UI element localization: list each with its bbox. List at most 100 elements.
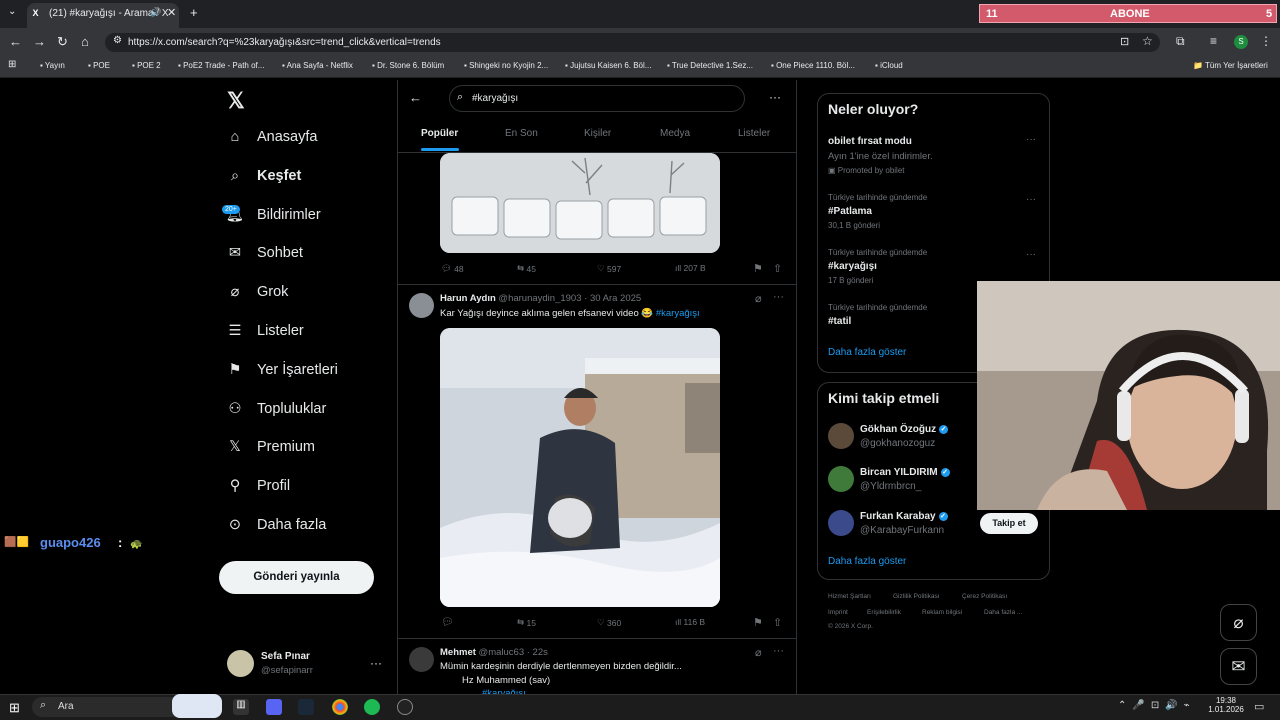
post-2-date[interactable]: · 30 Ara 2025 — [584, 293, 641, 304]
reload-icon[interactable]: ↻ — [57, 34, 68, 50]
reply-button[interactable]: 💬︎ 48 — [441, 263, 464, 274]
menu-icon[interactable]: ⋮ — [1260, 34, 1272, 48]
star-icon[interactable]: ☆ — [1142, 34, 1153, 48]
x-logo-icon[interactable]: 𝕏 — [227, 88, 245, 114]
post-3-handle[interactable]: @maluc63 — [479, 647, 525, 658]
sidebar-item-8[interactable]: 𝕏 Premium — [226, 438, 315, 456]
messages-fab-icon[interactable]: ✉ — [1220, 648, 1257, 685]
post-2-repost-button[interactable]: ⇆ 15 — [517, 617, 536, 628]
sidebar-item-4[interactable]: ⌀ Grok — [226, 283, 289, 301]
task-view-icon[interactable]: ▥ — [233, 699, 249, 715]
footer-link[interactable]: Daha fazla ... — [984, 609, 1022, 616]
tab-search-icon[interactable]: ⌄ — [8, 6, 16, 17]
forward-icon[interactable]: → — [33, 34, 46, 49]
bookmark-post-icon[interactable]: ⚑ — [753, 262, 763, 275]
obs-icon[interactable] — [397, 699, 413, 715]
post-button[interactable]: Gönderi yayınla — [219, 561, 374, 594]
search-input[interactable]: #karyağışı — [449, 85, 745, 112]
post-3-date[interactable]: · 22s — [527, 647, 548, 658]
post-2-name[interactable]: Harun Aydın — [440, 293, 496, 304]
site-info-icon[interactable]: ⚙ — [113, 35, 122, 46]
tab-close-icon[interactable]: ✕ — [167, 6, 176, 19]
follow-button[interactable]: Takip et — [980, 513, 1038, 534]
bookmark-item[interactable]: ▪ PoE2 Trade - Path of... — [178, 61, 264, 70]
follow-avatar[interactable] — [828, 423, 854, 449]
home-browser-icon[interactable]: ⌂ — [81, 34, 89, 49]
bookmark-item[interactable]: ▪ iCloud — [875, 61, 903, 70]
who-show-more[interactable]: Daha fazla göster — [828, 556, 906, 567]
post-1-image[interactable] — [440, 153, 720, 253]
system-tray-icons[interactable]: ⌃🎤⊡🔊⌁ — [1118, 700, 1196, 711]
follow-avatar[interactable] — [828, 466, 854, 492]
bookmark-item[interactable]: ▪ POE 2 — [132, 61, 161, 70]
apps-icon[interactable]: ⊞ — [8, 59, 16, 70]
spotify-icon[interactable] — [364, 699, 380, 715]
bookmark-item[interactable]: ▪ Jujutsu Kaisen 6. Böl... — [565, 61, 651, 70]
user-avatar[interactable] — [227, 650, 254, 677]
discord-icon[interactable] — [266, 699, 282, 715]
post-2-video[interactable] — [440, 328, 720, 607]
post-2-bookmark-icon[interactable]: ⚑ — [753, 616, 763, 629]
tab-4[interactable]: Listeler — [738, 128, 770, 139]
footer-link[interactable]: Imprint — [828, 609, 848, 616]
sidebar-item-0[interactable]: ⌂ Anasayfa — [226, 128, 318, 146]
share-icon[interactable]: ⇧ — [773, 262, 782, 275]
taskbar-widget-image[interactable] — [172, 694, 222, 718]
footer-link[interactable]: Erişilebilirlik — [867, 609, 901, 616]
trend-name[interactable]: #tatil — [828, 316, 851, 327]
follow-name[interactable]: Gökhan Özoğuz ✓ — [860, 424, 949, 435]
sidebar-item-9[interactable]: ⚲ Profil — [226, 477, 290, 495]
reading-list-icon[interactable]: ≡ — [1210, 34, 1217, 48]
grok-post-icon[interactable]: ⌀ — [755, 292, 762, 305]
extensions-icon[interactable]: ⧉ — [1176, 34, 1185, 49]
bookmark-item[interactable]: ▪ Yayın — [40, 61, 65, 70]
post-3-avatar[interactable] — [409, 647, 434, 672]
follow-avatar[interactable] — [828, 510, 854, 536]
tab-0[interactable]: Popüler — [421, 128, 458, 139]
tab-2[interactable]: Kişiler — [584, 128, 611, 139]
clock[interactable]: 19:38 1.01.2026 — [1206, 696, 1246, 714]
trend-name[interactable]: #karyağışı — [828, 261, 877, 272]
post-2-views-button[interactable]: ıll 116 B — [675, 617, 705, 627]
windows-start-icon[interactable]: ⊞ — [9, 700, 20, 716]
like-button[interactable]: ♡ 597 — [597, 263, 621, 274]
post-2-handle[interactable]: @harunaydin_1903 — [498, 293, 581, 304]
post-2-share-icon[interactable]: ⇧ — [773, 616, 782, 629]
repost-button[interactable]: ⇆ 45 — [517, 263, 536, 274]
post-3-more-icon[interactable]: ··· — [773, 645, 784, 657]
new-tab-button[interactable]: + — [190, 5, 198, 20]
post-2-more-icon[interactable]: ··· — [773, 291, 784, 303]
sidebar-item-3[interactable]: ✉ Sohbet — [226, 244, 303, 262]
trend-more-icon[interactable]: ··· — [1026, 194, 1036, 205]
sidebar-item-5[interactable]: ☰ Listeler — [226, 322, 304, 340]
post-2-reply-button[interactable]: 💬︎ — [441, 617, 454, 628]
bookmark-item[interactable]: ▪ Ana Sayfa - Netflix — [282, 61, 353, 70]
sidebar-item-1[interactable]: ⌕ Keşfet — [226, 167, 301, 185]
footer-link[interactable]: Gizlilik Politikası — [893, 593, 940, 600]
tab-1[interactable]: En Son — [505, 128, 538, 139]
bookmark-item[interactable]: ▪ True Detective 1.Sez... — [667, 61, 753, 70]
post-2-avatar[interactable] — [409, 293, 434, 318]
trends-show-more[interactable]: Daha fazla göster — [828, 347, 906, 358]
notification-center-icon[interactable]: ▭ — [1254, 700, 1264, 713]
footer-link[interactable]: Reklam bilgisi — [922, 609, 962, 616]
trend-more-icon[interactable]: ··· — [1026, 134, 1036, 145]
sidebar-item-6[interactable]: ⚑ Yer İşaretleri — [226, 361, 338, 379]
back-arrow-icon[interactable]: ← — [409, 90, 422, 105]
account-more-icon[interactable]: ··· — [370, 656, 382, 670]
trend-more-icon[interactable]: ··· — [1026, 249, 1036, 260]
grok-post-icon[interactable]: ⌀ — [755, 646, 762, 659]
sidebar-item-2[interactable]: 🔔︎ Bildirimler — [226, 206, 321, 224]
follow-name[interactable]: Furkan Karabay ✓ — [860, 511, 948, 522]
views-button[interactable]: ıll 207 B — [675, 263, 706, 273]
trend-name[interactable]: #Patlama — [828, 206, 872, 217]
bookmark-item[interactable]: ▪ Shingeki no Kyojin 2... — [464, 61, 548, 70]
bookmark-item[interactable]: ▪ POE — [88, 61, 110, 70]
url-field[interactable]: https://x.com/search?q=%23karyağışı&src=… — [105, 33, 1160, 52]
steam-icon[interactable] — [298, 699, 314, 715]
post-2-hashtag[interactable]: #karyağışı — [656, 308, 700, 319]
post-3-name[interactable]: Mehmet — [440, 647, 476, 658]
search-more-icon[interactable]: ··· — [769, 90, 781, 104]
back-icon[interactable]: ← — [9, 34, 22, 49]
audio-icon[interactable]: 🔊 — [150, 7, 161, 18]
